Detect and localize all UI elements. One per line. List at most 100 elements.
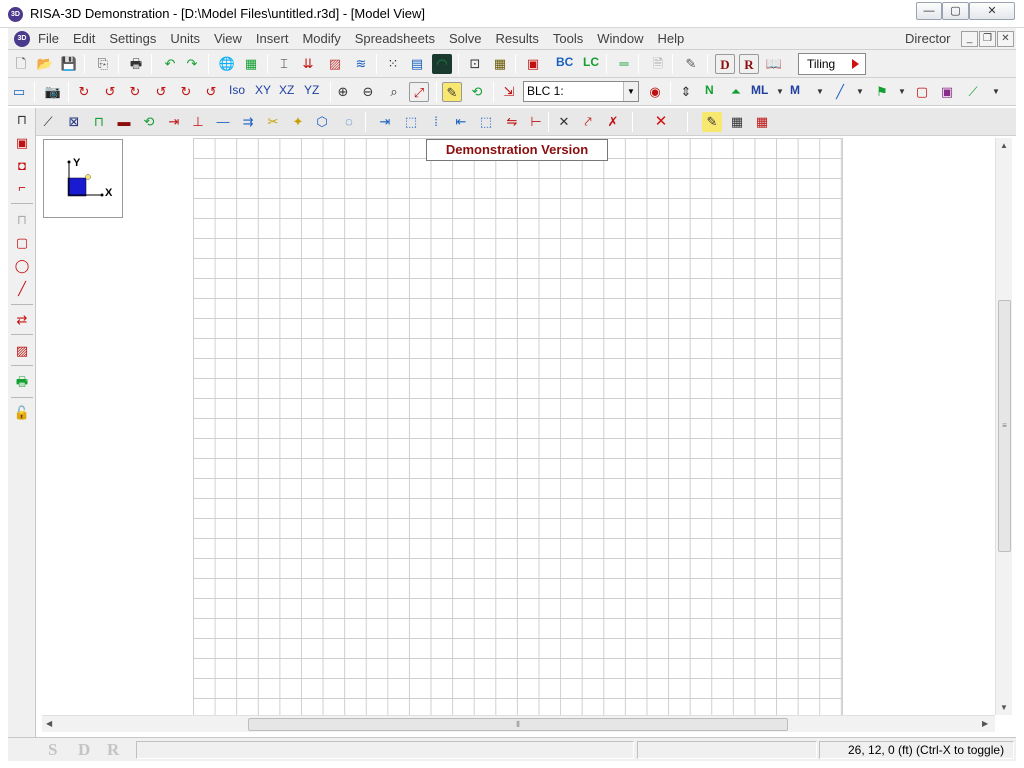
scroll-right-icon[interactable]: ▶: [982, 719, 988, 728]
lock-selection-icon[interactable]: ⊢: [526, 112, 546, 132]
plate-outline-icon[interactable]: ▢: [12, 233, 32, 253]
menu-tools[interactable]: Tools: [553, 31, 583, 46]
connect-icon[interactable]: ✕: [554, 112, 574, 132]
slope-icon[interactable]: ⟋: [963, 82, 983, 102]
basic-load-case-select[interactable]: BLC 1: ▼: [523, 81, 639, 102]
maximize-button[interactable]: ▢: [942, 2, 969, 20]
unselect-box-icon[interactable]: ⬚: [476, 112, 496, 132]
hatch-icon[interactable]: ▨: [12, 341, 32, 361]
mdi-minimize-button[interactable]: _: [961, 31, 978, 47]
beam-icon[interactable]: ▬: [114, 112, 134, 132]
menu-file[interactable]: File: [38, 31, 59, 46]
select-box-icon[interactable]: ⬚: [401, 112, 421, 132]
wand-icon[interactable]: ✦: [288, 112, 308, 132]
rotate-x-reverse-icon[interactable]: ↺: [100, 82, 120, 102]
plate-icon[interactable]: ▨: [325, 54, 345, 74]
moment-load-button[interactable]: M: [790, 83, 800, 97]
frame-icon[interactable]: ⊓: [89, 112, 109, 132]
horizontal-scrollbar[interactable]: ◀ ⦀ ▶: [42, 715, 995, 732]
edit-report-icon[interactable]: ✎: [681, 54, 701, 74]
xy-view-button[interactable]: XY: [255, 83, 271, 97]
chevron-down-icon[interactable]: ▼: [892, 82, 912, 102]
rotate-icon[interactable]: ⟲: [139, 112, 159, 132]
scroll-down-icon[interactable]: ▼: [1000, 703, 1008, 712]
redo-icon[interactable]: ↷: [182, 54, 202, 74]
joints-icon[interactable]: ⁙: [383, 54, 403, 74]
document-icon[interactable]: 3D: [14, 31, 30, 47]
solve-icon[interactable]: ▣: [523, 54, 543, 74]
delete-icon[interactable]: ✕: [651, 112, 671, 132]
status-s-button[interactable]: S: [48, 740, 57, 760]
snap-grid-icon[interactable]: ▦: [752, 112, 772, 132]
new-file-icon[interactable]: 🗋: [11, 54, 31, 74]
member-load-button[interactable]: ML: [751, 83, 768, 97]
yz-view-button[interactable]: YZ: [304, 83, 319, 97]
status-d-button[interactable]: D: [78, 740, 90, 760]
stair-icon[interactable]: ⌐: [12, 178, 32, 198]
minimize-button[interactable]: —: [916, 2, 942, 20]
frame-outline-icon[interactable]: ⊓: [12, 210, 32, 230]
rotate-z-icon[interactable]: ↻: [176, 82, 196, 102]
scroll-up-icon[interactable]: ▲: [1000, 141, 1008, 150]
rotate-y-icon[interactable]: ↻: [125, 82, 145, 102]
chevron-down-icon[interactable]: ▼: [810, 82, 830, 102]
bookmark-icon[interactable]: ⊡: [465, 54, 485, 74]
load-display-icon[interactable]: ⇲: [499, 82, 519, 102]
menu-help[interactable]: Help: [657, 31, 684, 46]
fit-view-icon[interactable]: ⤢: [409, 82, 429, 102]
rotate-y-reverse-icon[interactable]: ↺: [151, 82, 171, 102]
cube-icon[interactable]: ⬡: [312, 112, 332, 132]
wall-panel-icon[interactable]: ◘: [12, 156, 32, 176]
chevron-down-icon[interactable]: ▼: [986, 82, 1006, 102]
cut-icon[interactable]: ✂: [263, 112, 283, 132]
node-load-button[interactable]: N: [705, 83, 714, 97]
rotate-z-reverse-icon[interactable]: ↺: [201, 82, 221, 102]
flag-icon[interactable]: ⚑: [872, 82, 892, 102]
load-cycle-icon[interactable]: ◉: [645, 82, 665, 102]
globe-icon[interactable]: 🌐: [217, 54, 237, 74]
mdi-close-button[interactable]: ✕: [997, 31, 1014, 47]
save-icon[interactable]: 💾: [59, 54, 79, 74]
menu-units[interactable]: Units: [170, 31, 200, 46]
load-combinations-button[interactable]: LC: [583, 55, 599, 69]
mdi-restore-button[interactable]: ❐: [979, 31, 996, 47]
grid-table-icon[interactable]: ▦: [727, 112, 747, 132]
status-r-button[interactable]: R: [107, 740, 119, 760]
copy-icon[interactable]: ⎘: [93, 54, 113, 74]
draw-line-icon[interactable]: ╱: [830, 82, 850, 102]
wall-icon[interactable]: ≋: [351, 54, 371, 74]
menu-modify[interactable]: Modify: [302, 31, 340, 46]
zoom-out-icon[interactable]: ⊖: [358, 82, 378, 102]
wall-outline-icon[interactable]: ◯: [12, 256, 32, 276]
chevron-down-icon[interactable]: ▼: [770, 82, 790, 102]
report-icon[interactable]: 🗎: [648, 54, 668, 74]
new-window-icon[interactable]: ▭: [9, 82, 29, 102]
select-line-icon[interactable]: ⁞: [426, 112, 446, 132]
pick-icon[interactable]: ⤤: [578, 112, 598, 132]
menu-spreadsheets[interactable]: Spreadsheets: [355, 31, 435, 46]
merge-icon[interactable]: ✗: [603, 112, 623, 132]
menu-director[interactable]: Director: [905, 31, 951, 46]
zoom-in-icon[interactable]: ⊕: [333, 82, 353, 102]
unselect-all-icon[interactable]: ⇤: [451, 112, 471, 132]
select-all-icon[interactable]: ⇥: [375, 112, 395, 132]
print-export-icon[interactable]: 🖶: [12, 372, 32, 392]
wall-load-icon[interactable]: ▢: [912, 82, 932, 102]
plate-load-icon[interactable]: ▣: [937, 82, 957, 102]
drawing-grid[interactable]: [193, 138, 843, 715]
brace-icon[interactable]: ⊠: [64, 112, 84, 132]
close-button[interactable]: ✕: [969, 2, 1015, 20]
generate-grid-icon[interactable]: ▦: [241, 54, 261, 74]
edit-grid-icon[interactable]: ✎: [702, 112, 722, 132]
xz-view-button[interactable]: XZ: [279, 83, 294, 97]
menu-view[interactable]: View: [214, 31, 242, 46]
line-node-icon[interactable]: —: [213, 112, 233, 132]
table-icon[interactable]: ▦: [490, 54, 510, 74]
camera-icon[interactable]: 📷: [43, 82, 63, 102]
spreadsheet-grid-icon[interactable]: ▤: [407, 54, 427, 74]
point-load-icon[interactable]: ⇕: [676, 82, 696, 102]
draw-mode-icon[interactable]: ✎: [442, 82, 462, 102]
render-icon[interactable]: ◠: [432, 54, 452, 74]
d-button[interactable]: D: [715, 54, 735, 74]
iso-view-button[interactable]: Iso: [229, 83, 245, 97]
